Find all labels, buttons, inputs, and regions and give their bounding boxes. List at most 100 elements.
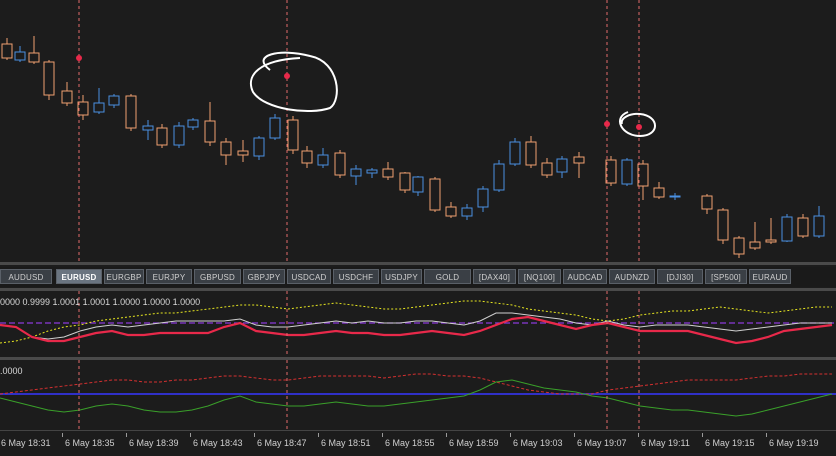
- indicator-red-line: [0, 373, 832, 395]
- candle: [701, 194, 713, 214]
- time-tick: [318, 433, 319, 437]
- time-label: 6 May 19:19: [769, 438, 819, 448]
- symbol-tab-usdchf[interactable]: USDCHF: [333, 269, 379, 284]
- candle-body: [541, 162, 553, 176]
- candle: [269, 114, 281, 140]
- symbol-tab-gold[interactable]: GOLD: [424, 269, 471, 284]
- candle: [317, 148, 329, 168]
- symbol-tab-gbpusd[interactable]: GBPUSD: [194, 269, 241, 284]
- candle: [461, 204, 473, 220]
- time-label: 6 May 18:47: [257, 438, 307, 448]
- candle-body: [287, 119, 299, 151]
- time-tick: [62, 433, 63, 437]
- symbol-tab-eurjpy[interactable]: EURJPY: [146, 269, 192, 284]
- time-tick: [190, 433, 191, 437]
- candle-body: [701, 195, 713, 210]
- candle: [43, 60, 55, 100]
- candle: [813, 206, 825, 238]
- candle: [653, 182, 665, 199]
- candle: [445, 202, 457, 218]
- candle: [350, 165, 362, 185]
- candle: [220, 138, 232, 165]
- symbol-tab-usdjpy[interactable]: USDJPY: [381, 269, 422, 284]
- time-tick: [510, 433, 511, 437]
- symbol-tab-bar: AUDUSD EURUSD EURGBP EURJPY GBPUSD GBPJPY USDC…: [0, 267, 836, 287]
- candle-body: [28, 52, 40, 63]
- candle: [108, 94, 120, 108]
- candle-body: [749, 241, 761, 249]
- candle: [237, 140, 249, 162]
- candle-body: [429, 178, 441, 211]
- candle-body: [350, 168, 362, 177]
- symbol-tab-dax40[interactable]: [DAX40]: [473, 269, 516, 284]
- time-tick: [702, 433, 703, 437]
- price-chart[interactable]: [0, 0, 836, 262]
- candle-body: [1, 43, 13, 59]
- indicator-1-values: 0000 0.9999 1.0001 1.0001 1.0000 1.0000 …: [0, 297, 201, 307]
- candle-body: [382, 168, 394, 178]
- candle-body: [412, 176, 424, 193]
- candle: [477, 186, 489, 212]
- candle-body: [669, 195, 681, 198]
- candle: [412, 176, 424, 196]
- time-label: 6 May 19:11: [641, 438, 690, 448]
- time-tick: [766, 433, 767, 437]
- symbol-tab-euraud[interactable]: EURAUD: [749, 269, 791, 284]
- candle: [509, 138, 521, 166]
- candle: [525, 136, 537, 168]
- candle: [173, 122, 185, 148]
- candle: [733, 236, 745, 258]
- candle: [366, 168, 378, 178]
- candle-body: [445, 206, 457, 217]
- symbol-tab-dji30[interactable]: [DJI30]: [657, 269, 703, 284]
- symbol-tab-nq100[interactable]: [NQ100]: [518, 269, 561, 284]
- candle-body: [237, 150, 249, 156]
- candle-body: [717, 209, 729, 241]
- candle: [93, 88, 105, 114]
- symbol-tab-usdcad[interactable]: USDCAD: [287, 269, 331, 284]
- candle-body: [493, 163, 505, 191]
- candle: [669, 193, 681, 200]
- candle-body: [142, 125, 154, 131]
- signal-marker: [284, 73, 290, 79]
- candle-body: [733, 237, 745, 255]
- symbol-tab-eurusd[interactable]: EURUSD: [56, 269, 102, 284]
- candle-body: [269, 117, 281, 139]
- candle: [399, 172, 411, 193]
- time-label: 6 May 18:43: [193, 438, 243, 448]
- candle-body: [43, 61, 55, 96]
- signal-marker: [636, 124, 642, 130]
- candle: [429, 177, 441, 212]
- candle: [556, 156, 568, 178]
- candle-body: [173, 125, 185, 146]
- candle: [749, 222, 761, 250]
- candle-body: [477, 188, 489, 208]
- candle: [287, 116, 299, 154]
- candle: [253, 136, 265, 160]
- time-tick: [254, 433, 255, 437]
- candle: [765, 218, 777, 244]
- candle: [28, 36, 40, 64]
- indicator-pane-2[interactable]: [0, 360, 836, 430]
- signal-marker: [604, 121, 610, 127]
- indicator-2-values: .0000: [0, 366, 23, 376]
- symbol-tab-audusd[interactable]: AUDUSD: [0, 269, 52, 284]
- pane-separator[interactable]: [0, 262, 836, 265]
- candle-body: [14, 51, 26, 61]
- symbol-tab-eurgbp[interactable]: EURGBP: [104, 269, 144, 284]
- candle-body: [813, 215, 825, 237]
- symbol-tab-audnzd[interactable]: AUDNZD: [609, 269, 655, 284]
- candle-body: [93, 102, 105, 113]
- symbol-tab-sp500[interactable]: [SP500]: [705, 269, 747, 284]
- candle-body: [573, 156, 585, 164]
- trading-chart-window: AUDUSD EURUSD EURGBP EURJPY GBPUSD GBPJPY USDC…: [0, 0, 836, 455]
- symbol-tab-gbpjpy[interactable]: GBPJPY: [243, 269, 285, 284]
- candle-body: [653, 187, 665, 198]
- candle-body: [556, 158, 568, 173]
- signal-marker: [76, 55, 82, 61]
- candle-body: [204, 120, 216, 143]
- candle-body: [797, 217, 809, 237]
- symbol-tab-audcad[interactable]: AUDCAD: [563, 269, 607, 284]
- time-tick: [574, 433, 575, 437]
- candle: [541, 158, 553, 178]
